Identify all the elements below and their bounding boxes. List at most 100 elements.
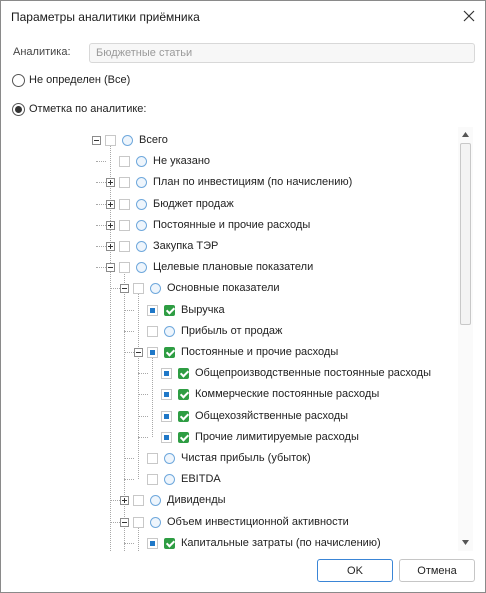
- tree-node[interactable]: Целевые плановые показатели: [87, 257, 457, 278]
- scroll-down-button[interactable]: [458, 535, 473, 549]
- node-label: Общепроизводственные постоянные расходы: [195, 367, 432, 380]
- checked-icon[interactable]: [164, 347, 175, 358]
- unchecked-circle-icon[interactable]: [164, 325, 175, 337]
- checked-icon[interactable]: [178, 389, 189, 401]
- tree-node[interactable]: Не указано: [87, 151, 457, 172]
- checked-icon[interactable]: [164, 537, 175, 549]
- expand-icon[interactable]: [106, 199, 115, 209]
- tree-node[interactable]: Прочие лимитируемые расходы: [87, 427, 457, 448]
- tree-node[interactable]: Выручка: [87, 300, 457, 321]
- unchecked-circle-icon[interactable]: [136, 241, 147, 252]
- node-checkbox[interactable]: [147, 325, 158, 337]
- node-checkbox[interactable]: [147, 453, 158, 464]
- tree-node[interactable]: Основные показатели: [87, 278, 457, 299]
- unchecked-circle-icon[interactable]: [164, 453, 175, 464]
- node-checkbox[interactable]: [119, 198, 130, 210]
- dialog-window: Параметры аналитики приёмника Аналитика:…: [0, 0, 486, 593]
- tree-node[interactable]: Всего: [87, 130, 457, 151]
- tree-node[interactable]: Чистая прибыль (убыток): [87, 448, 457, 469]
- tree-node[interactable]: Постоянные и прочие расходы: [87, 342, 457, 363]
- collapse-icon[interactable]: [120, 517, 129, 527]
- tree-branch-line: [124, 542, 134, 544]
- node-checkbox[interactable]: [161, 410, 172, 422]
- radio-label: Не определен (Все): [29, 74, 131, 86]
- tree-node[interactable]: Общехозяйственные расходы: [87, 406, 457, 427]
- unchecked-circle-icon[interactable]: [136, 198, 147, 210]
- cancel-button[interactable]: Отмена: [399, 559, 475, 582]
- node-checkbox[interactable]: [119, 262, 130, 274]
- dialog-title: Параметры аналитики приёмника: [11, 10, 200, 24]
- node-checkbox[interactable]: [161, 368, 172, 380]
- node-label: Выручка: [181, 303, 225, 316]
- tree-node[interactable]: Коммерческие постоянные расходы: [87, 384, 457, 405]
- checked-icon[interactable]: [178, 431, 189, 443]
- tree-branch-line: [110, 521, 120, 523]
- node-checkbox[interactable]: [133, 516, 144, 528]
- collapse-icon[interactable]: [120, 284, 129, 294]
- node-label: Коммерческие постоянные расходы: [195, 388, 380, 401]
- node-checkbox[interactable]: [119, 156, 130, 168]
- node-checkbox[interactable]: [147, 474, 158, 486]
- unchecked-circle-icon[interactable]: [150, 283, 161, 295]
- checked-icon[interactable]: [164, 304, 175, 316]
- expand-icon[interactable]: [106, 178, 115, 188]
- unchecked-circle-icon[interactable]: [164, 474, 175, 486]
- node-checkbox[interactable]: [119, 241, 130, 252]
- checked-icon[interactable]: [178, 368, 189, 380]
- node-checkbox[interactable]: [161, 431, 172, 443]
- radio-not-defined[interactable]: Не определен (Все): [12, 72, 130, 88]
- analytics-input[interactable]: [89, 43, 475, 63]
- node-checkbox[interactable]: [105, 135, 116, 146]
- expand-icon[interactable]: [106, 220, 115, 230]
- node-checkbox[interactable]: [147, 304, 158, 316]
- tree-branch-line: [124, 458, 134, 459]
- node-label: Прочие лимитируемые расходы: [195, 430, 359, 443]
- scroll-up-button[interactable]: [458, 127, 473, 141]
- ok-button[interactable]: OK: [317, 559, 393, 582]
- tree-node[interactable]: Общепроизводственные постоянные расходы: [87, 363, 457, 384]
- expand-icon[interactable]: [120, 496, 129, 506]
- collapse-icon[interactable]: [134, 348, 143, 357]
- node-checkbox[interactable]: [147, 537, 158, 549]
- node-checkbox[interactable]: [161, 389, 172, 401]
- node-checkbox[interactable]: [133, 495, 144, 507]
- tree-node[interactable]: План по инвестициям (по начислению): [87, 172, 457, 193]
- radio-button-checked[interactable]: [12, 102, 25, 116]
- unchecked-circle-icon[interactable]: [150, 495, 161, 507]
- expand-icon[interactable]: [106, 242, 115, 251]
- unchecked-circle-icon[interactable]: [136, 177, 147, 189]
- tree-node[interactable]: Прибыль от продаж: [87, 321, 457, 342]
- radio-button[interactable]: [12, 73, 25, 87]
- tree-branch-line: [124, 330, 134, 332]
- checked-icon[interactable]: [178, 410, 189, 422]
- tree-node[interactable]: Закупка ТЭР: [87, 236, 457, 257]
- tree-node[interactable]: Бюджет продаж: [87, 194, 457, 215]
- node-checkbox[interactable]: [119, 219, 130, 231]
- collapse-icon[interactable]: [92, 136, 101, 145]
- node-checkbox[interactable]: [119, 177, 130, 189]
- node-label: Объем инвестиционной активности: [167, 515, 349, 528]
- unchecked-circle-icon[interactable]: [150, 516, 161, 528]
- unchecked-circle-icon[interactable]: [136, 156, 147, 168]
- unchecked-circle-icon[interactable]: [122, 135, 133, 146]
- tree-node[interactable]: Объем инвестиционной активности: [87, 512, 457, 533]
- tree-node[interactable]: Дивиденды: [87, 490, 457, 511]
- tree-branch-line: [96, 203, 106, 205]
- scroll-thumb[interactable]: [460, 143, 471, 325]
- collapse-icon[interactable]: [106, 263, 115, 273]
- tree-node[interactable]: Постоянные и прочие расходы: [87, 215, 457, 236]
- tree-scrollbar[interactable]: [458, 127, 473, 551]
- radio-mark-by-analytics[interactable]: Отметка по аналитике:: [12, 101, 146, 117]
- unchecked-circle-icon[interactable]: [136, 262, 147, 274]
- node-checkbox[interactable]: [133, 283, 144, 295]
- node-label: Не указано: [153, 155, 211, 168]
- tree-node[interactable]: Капитальные затраты (по начислению): [87, 533, 457, 551]
- unchecked-circle-icon[interactable]: [136, 219, 147, 231]
- tree-node[interactable]: EBITDA: [87, 469, 457, 490]
- tree-branch-line: [138, 436, 148, 438]
- node-label: Закупка ТЭР: [153, 240, 219, 252]
- radio-label: Отметка по аналитике:: [29, 103, 147, 115]
- close-button[interactable]: [456, 4, 482, 28]
- node-checkbox[interactable]: [147, 347, 158, 358]
- node-label: Постоянные и прочие расходы: [153, 218, 311, 231]
